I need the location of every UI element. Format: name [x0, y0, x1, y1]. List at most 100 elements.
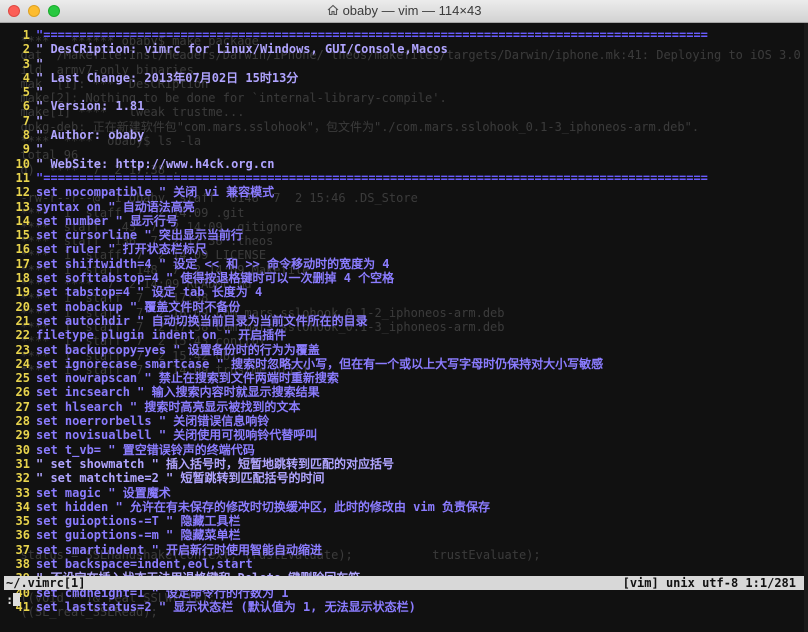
- vim-status-line: ~/.vimrc[1] [vim] unix utf-8 1:1/281: [4, 576, 804, 590]
- editor-line[interactable]: 3 ": [4, 57, 708, 71]
- editor-line[interactable]: 21 set autochdir " 自动切换当前目录为当前文件所在的目录: [4, 314, 708, 328]
- window-title: obaby — vim — 114×43: [0, 3, 808, 19]
- line-number: 16: [15, 242, 30, 257]
- line-number: 24: [15, 356, 30, 371]
- terminal-content[interactable]: **** ****** obaby$ make package dat /Mak…: [0, 23, 808, 632]
- editor-line[interactable]: 25 set nowrapscan " 禁止在搜索到文件两端时重新搜索: [4, 371, 708, 385]
- line-text: set incsearch " 输入搜索内容时就显示搜索结果: [36, 385, 320, 400]
- line-number: 14: [15, 213, 30, 228]
- line-number: 25: [15, 371, 30, 386]
- line-text: set noerrorbells " 关闭错误信息响铃: [36, 414, 270, 429]
- line-number: 4: [22, 70, 30, 85]
- line-text: syntax on " 自动语法高亮: [36, 199, 195, 214]
- line-text: " Last Change: 2013年07月02日 15时13分: [36, 70, 299, 85]
- line-text: set novisualbell " 关闭使用可视响铃代替呼叫: [36, 428, 318, 443]
- line-number: 5: [22, 85, 30, 100]
- line-number: 35: [15, 514, 30, 529]
- line-number: 36: [15, 528, 30, 543]
- editor-line[interactable]: 18 set softtabstop=4 " 使得按退格键时可以一次删掉 4 个空…: [4, 271, 708, 285]
- line-number: 32: [15, 471, 30, 486]
- line-number: 10: [15, 156, 30, 171]
- editor-line[interactable]: 22 filetype plugin indent on " 开启插件: [4, 328, 708, 342]
- line-number: 15: [15, 228, 30, 243]
- line-text: set hidden " 允许在有未保存的修改时切换缓冲区，此时的修改由 vim…: [36, 499, 491, 514]
- editor-line[interactable]: 33 set magic " 设置魔术: [4, 486, 708, 500]
- line-number: 28: [15, 414, 30, 429]
- line-number: 17: [15, 256, 30, 271]
- line-text: " set matchtime=2 " 短暂跳转到匹配括号的时间: [36, 471, 325, 486]
- line-text: set tabstop=4 " 设定 tab 长度为 4: [36, 285, 263, 300]
- line-number: 11: [15, 170, 30, 185]
- editor-line[interactable]: 19 set tabstop=4 " 设定 tab 长度为 4: [4, 285, 708, 299]
- status-file-info: [vim] unix utf-8 1:1/281: [622, 576, 796, 590]
- editor-line[interactable]: 16 set ruler " 打开状态栏标尺: [4, 242, 708, 256]
- line-text: "=======================================…: [36, 170, 708, 185]
- editor-line[interactable]: 30 set t_vb= " 置空错误铃声的终端代码: [4, 443, 708, 457]
- editor-line[interactable]: 31 " set showmatch " 插入括号时，短暂地跳转到匹配的对应括号: [4, 457, 708, 471]
- editor-line[interactable]: 36 set guioptions-=m " 隐藏菜单栏: [4, 528, 708, 542]
- editor-line[interactable]: 27 set hlsearch " 搜索时高亮显示被找到的文本: [4, 400, 708, 414]
- line-number: 1: [22, 28, 30, 42]
- editor-line[interactable]: 13 syntax on " 自动语法高亮: [4, 200, 708, 214]
- line-text: set hlsearch " 搜索时高亮显示被找到的文本: [36, 399, 301, 414]
- vim-editor-buffer[interactable]: 1 "======================================…: [4, 28, 708, 614]
- line-text: " WebSite: http://www.h4ck.org.cn: [36, 156, 275, 171]
- command-prompt: :: [6, 593, 14, 607]
- editor-line[interactable]: 29 set novisualbell " 关闭使用可视响铃代替呼叫: [4, 428, 708, 442]
- line-text: " DesCRiption: vimrc for Linux/Windows, …: [36, 42, 448, 57]
- line-number: 26: [15, 385, 30, 400]
- line-number: 34: [15, 499, 30, 514]
- line-text: " set showmatch " 插入括号时，短暂地跳转到匹配的对应括号: [36, 456, 395, 471]
- line-text: " Author: obaby: [36, 128, 145, 143]
- line-text: set guioptions-=T " 隐藏工具栏: [36, 514, 241, 529]
- line-number: 22: [15, 328, 30, 343]
- editor-line[interactable]: 6 " Version: 1.81: [4, 99, 708, 113]
- editor-line[interactable]: 4 " Last Change: 2013年07月02日 15时13分: [4, 71, 708, 85]
- editor-line[interactable]: 34 set hidden " 允许在有未保存的修改时切换缓冲区，此时的修改由 v…: [4, 500, 708, 514]
- editor-line[interactable]: 35 set guioptions-=T " 隐藏工具栏: [4, 514, 708, 528]
- line-number: 8: [22, 128, 30, 143]
- line-text: set smartindent " 开启新行时使用智能自动缩进: [36, 542, 323, 557]
- editor-line[interactable]: 32 " set matchtime=2 " 短暂跳转到匹配括号的时间: [4, 471, 708, 485]
- vim-command-line[interactable]: :: [6, 593, 21, 607]
- editor-line[interactable]: 20 set nobackup " 覆盖文件时不备份: [4, 300, 708, 314]
- editor-line[interactable]: 14 set number " 显示行号: [4, 214, 708, 228]
- editor-line[interactable]: 23 set backupcopy=yes " 设置备份时的行为为覆盖: [4, 343, 708, 357]
- editor-line[interactable]: 11 "=====================================…: [4, 171, 708, 185]
- line-text: set softtabstop=4 " 使得按退格键时可以一次删掉 4 个空格: [36, 271, 395, 286]
- editor-line[interactable]: 26 set incsearch " 输入搜索内容时就显示搜索结果: [4, 385, 708, 399]
- line-text: set magic " 设置魔术: [36, 485, 171, 500]
- editor-line[interactable]: 17 set shiftwidth=4 " 设定 << 和 >> 命令移动时的宽度…: [4, 257, 708, 271]
- editor-line[interactable]: 12 set nocompatible " 关闭 vi 兼容模式: [4, 185, 708, 199]
- editor-line[interactable]: 24 set ignorecase smartcase " 搜索时忽略大小写，但在…: [4, 357, 708, 371]
- line-number: 19: [15, 285, 30, 300]
- line-text: set t_vb= " 置空错误铃声的终端代码: [36, 442, 255, 457]
- line-text: ": [36, 142, 44, 157]
- editor-line[interactable]: 2 " DesCRiption: vimrc for Linux/Windows,…: [4, 42, 708, 56]
- line-text: set cursorline " 突出显示当前行: [36, 228, 243, 243]
- editor-line[interactable]: 5 ": [4, 85, 708, 99]
- line-text: "=======================================…: [36, 28, 708, 42]
- line-text: set number " 显示行号: [36, 213, 178, 228]
- line-number: 13: [15, 199, 30, 214]
- editor-line[interactable]: 7 ": [4, 114, 708, 128]
- editor-line[interactable]: 9 ": [4, 142, 708, 156]
- line-number: 29: [15, 428, 30, 443]
- editor-line[interactable]: 10 " WebSite: http://www.h4ck.org.cn: [4, 157, 708, 171]
- editor-line[interactable]: 8 " Author: obaby: [4, 128, 708, 142]
- line-text: ": [36, 113, 44, 128]
- home-icon: [327, 4, 339, 19]
- editor-line[interactable]: 41 set laststatus=2 " 显示状态栏 (默认值为 1, 无法显示…: [4, 600, 708, 614]
- line-text: ": [36, 85, 44, 100]
- editor-line[interactable]: 15 set cursorline " 突出显示当前行: [4, 228, 708, 242]
- editor-line[interactable]: 1 "======================================…: [4, 28, 708, 42]
- line-text: ": [36, 56, 44, 71]
- editor-line[interactable]: 37 set smartindent " 开启新行时使用智能自动缩进: [4, 543, 708, 557]
- line-text: set shiftwidth=4 " 设定 << 和 >> 命令移动时的宽度为 …: [36, 256, 390, 271]
- line-number: 12: [15, 185, 30, 200]
- line-text: " Version: 1.81: [36, 99, 145, 114]
- line-number: 21: [15, 313, 30, 328]
- editor-line[interactable]: 38 set backspace=indent,eol,start: [4, 557, 708, 571]
- editor-line[interactable]: 28 set noerrorbells " 关闭错误信息响铃: [4, 414, 708, 428]
- title-bar[interactable]: obaby — vim — 114×43: [0, 0, 808, 23]
